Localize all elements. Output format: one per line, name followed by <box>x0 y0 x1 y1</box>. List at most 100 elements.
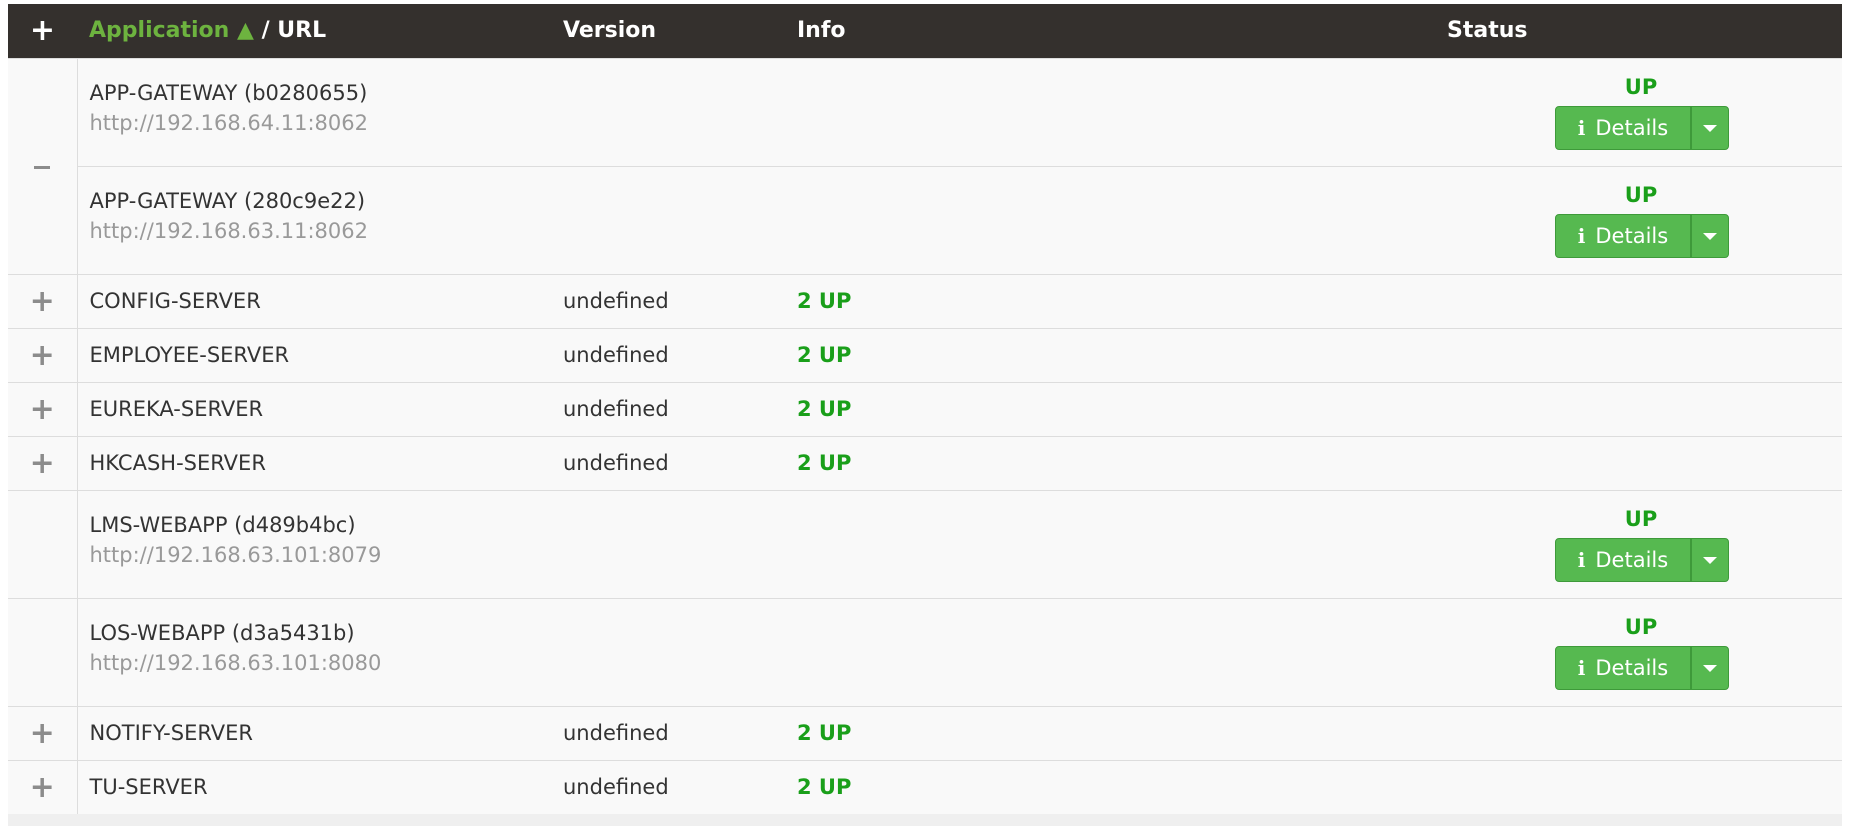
details-dropdown-button[interactable] <box>1691 214 1729 258</box>
application-version: undefined <box>563 435 797 490</box>
caret-down-icon <box>1703 556 1717 564</box>
plus-icon: + <box>29 12 56 48</box>
application-row: + NOTIFY-SERVER undefined 2 UP <box>8 705 1842 760</box>
application-info: 2 UP <box>797 381 1447 436</box>
caret-down-icon <box>1703 232 1717 240</box>
expand-all-toggle[interactable]: + <box>8 4 77 58</box>
status-cell <box>1447 327 1842 382</box>
details-label: Details <box>1595 548 1669 572</box>
application-name: NOTIFY-SERVER <box>77 705 563 760</box>
instance-url[interactable]: http://192.168.64.11:8062 <box>90 108 1448 138</box>
plus-icon: + <box>29 391 55 427</box>
instance-row: APP-GATEWAY (b0280655) http://192.168.64… <box>8 57 1842 274</box>
status-cell <box>1447 705 1842 760</box>
details-label: Details <box>1595 224 1669 248</box>
instance-row: LOS-WEBAPP (d3a5431b) http://192.168.63.… <box>8 597 1842 706</box>
details-dropdown-button[interactable] <box>1691 106 1729 150</box>
expand-toggle[interactable]: + <box>8 759 78 814</box>
plus-icon: + <box>29 337 55 373</box>
expand-toggle[interactable]: + <box>8 705 78 760</box>
instance-url[interactable]: http://192.168.63.101:8080 <box>90 648 1448 678</box>
instance-name: APP-GATEWAY (280c9e22) <box>89 189 366 213</box>
details-button-group: i Details <box>1555 538 1729 582</box>
application-info: 2 UP <box>797 273 1447 328</box>
applications-panel: + Application ▲ / URL Version Info Statu… <box>8 4 1842 826</box>
instance-name: LMS-WEBAPP (d489b4bc) <box>89 513 356 537</box>
application-name: EUREKA-SERVER <box>77 381 563 436</box>
details-button-group: i Details <box>1555 106 1729 150</box>
application-row: + HKCASH-SERVER undefined 2 UP <box>8 435 1842 490</box>
details-button-group: i Details <box>1555 646 1729 690</box>
details-dropdown-button[interactable] <box>1691 646 1729 690</box>
details-label: Details <box>1595 656 1669 680</box>
status-cell: UP i Details <box>1447 57 1842 166</box>
instance-name: LOS-WEBAPP (d3a5431b) <box>89 621 355 645</box>
status-badge: UP <box>1624 507 1658 531</box>
application-sort-label[interactable]: Application <box>89 18 229 43</box>
instance-cell: LMS-WEBAPP (d489b4bc) http://192.168.63.… <box>77 489 1448 598</box>
application-info: 2 UP <box>797 705 1447 760</box>
instance-cell: LOS-WEBAPP (d3a5431b) http://192.168.63.… <box>77 597 1448 706</box>
status-cell: UP i Details <box>1447 597 1842 706</box>
application-row: + EUREKA-SERVER undefined 2 UP <box>8 381 1842 436</box>
instance-url[interactable]: http://192.168.63.11:8062 <box>90 216 1448 246</box>
status-cell: UP i Details <box>1447 489 1842 598</box>
status-badge: UP <box>1624 615 1658 639</box>
caret-down-icon <box>1703 664 1717 672</box>
details-button[interactable]: i Details <box>1555 538 1691 582</box>
instance-url[interactable]: http://192.168.63.101:8079 <box>90 540 1448 570</box>
toggle-cell <box>8 597 78 706</box>
application-info: 2 UP <box>797 759 1447 814</box>
status-cell <box>1447 435 1842 490</box>
application-row: + CONFIG-SERVER undefined 2 UP <box>8 273 1842 328</box>
details-dropdown-button[interactable] <box>1691 538 1729 582</box>
version-column-header[interactable]: Version <box>563 4 797 58</box>
applications-table: + Application ▲ / URL Version Info Statu… <box>8 4 1842 814</box>
status-column-header[interactable]: Status <box>1447 4 1842 58</box>
plus-icon: + <box>29 283 55 319</box>
plus-icon: + <box>29 445 55 481</box>
status-cell <box>1447 273 1842 328</box>
application-name: HKCASH-SERVER <box>77 435 563 490</box>
instance-row: LMS-WEBAPP (d489b4bc) http://192.168.63.… <box>8 489 1842 598</box>
info-icon: i <box>1577 116 1586 140</box>
application-name: TU-SERVER <box>77 759 563 814</box>
application-name: EMPLOYEE-SERVER <box>77 327 563 382</box>
application-row: + EMPLOYEE-SERVER undefined 2 UP <box>8 327 1842 382</box>
expand-toggle[interactable]: + <box>8 435 78 490</box>
status-cell: UP i Details <box>1447 165 1842 274</box>
application-version: undefined <box>563 327 797 382</box>
application-name: CONFIG-SERVER <box>77 273 563 328</box>
details-button[interactable]: i Details <box>1555 106 1691 150</box>
details-button[interactable]: i Details <box>1555 214 1691 258</box>
instance-cell: APP-GATEWAY (280c9e22) http://192.168.63… <box>77 165 1448 274</box>
instance-name: APP-GATEWAY (b0280655) <box>89 81 368 105</box>
application-version: undefined <box>563 273 797 328</box>
info-icon: i <box>1577 548 1586 572</box>
details-button-group: i Details <box>1555 214 1729 258</box>
details-label: Details <box>1595 116 1669 140</box>
status-cell <box>1447 759 1842 814</box>
collapse-toggle[interactable] <box>8 57 78 274</box>
toggle-cell <box>8 489 78 598</box>
status-badge: UP <box>1624 183 1658 207</box>
info-icon: i <box>1577 224 1586 248</box>
application-info: 2 UP <box>797 327 1447 382</box>
info-column-header[interactable]: Info <box>797 4 1447 58</box>
info-icon: i <box>1577 656 1586 680</box>
application-info: 2 UP <box>797 435 1447 490</box>
application-version: undefined <box>563 759 797 814</box>
details-button[interactable]: i Details <box>1555 646 1691 690</box>
expand-toggle[interactable]: + <box>8 381 78 436</box>
application-column-header[interactable]: Application ▲ / URL <box>77 4 563 58</box>
expand-toggle[interactable]: + <box>8 273 78 328</box>
instance-cell: APP-GATEWAY (b0280655) http://192.168.64… <box>77 57 1448 166</box>
application-version: undefined <box>563 705 797 760</box>
minus-icon <box>34 165 51 169</box>
instance-row: APP-GATEWAY (280c9e22) http://192.168.63… <box>8 165 1842 274</box>
expand-toggle[interactable]: + <box>8 327 78 382</box>
url-column-label[interactable]: / URL <box>262 18 327 43</box>
table-header-row: + Application ▲ / URL Version Info Statu… <box>8 4 1842 58</box>
caret-down-icon <box>1703 124 1717 132</box>
application-row: + TU-SERVER undefined 2 UP <box>8 759 1842 814</box>
